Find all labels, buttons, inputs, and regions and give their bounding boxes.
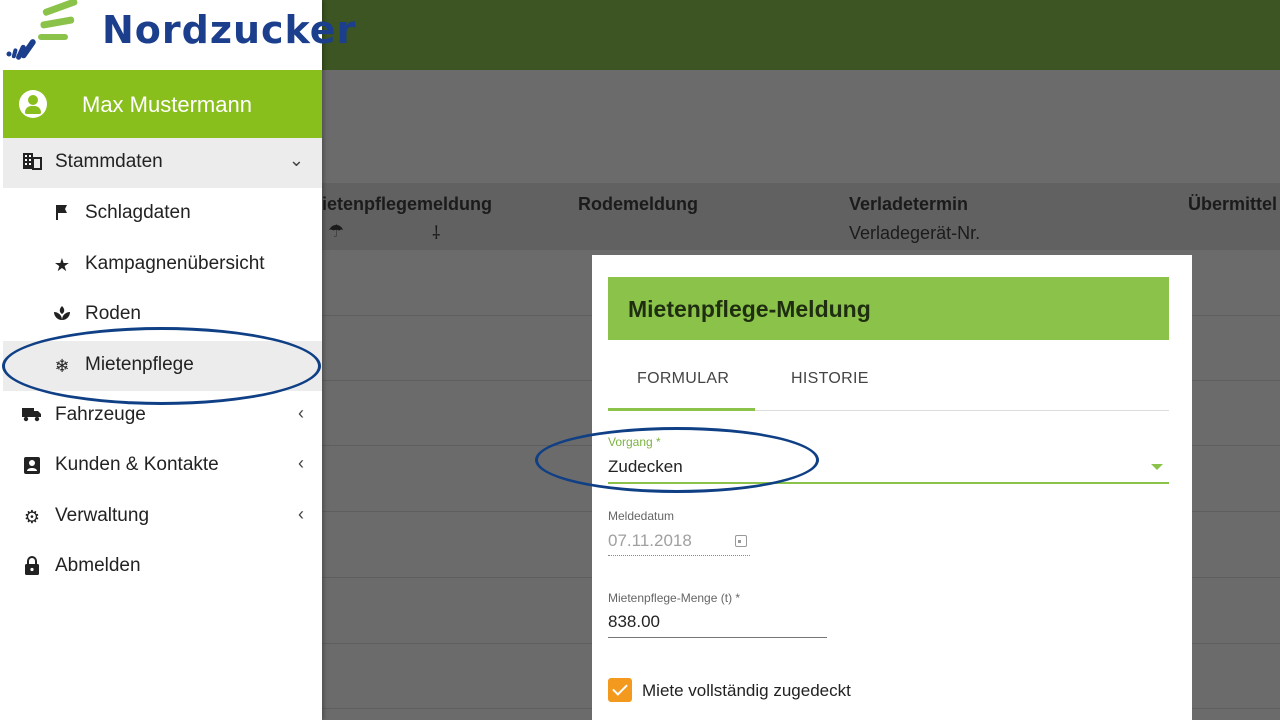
active-tab-indicator	[608, 408, 755, 411]
chevron-left-icon: ‹	[298, 504, 304, 524]
meldedatum-label: Meldedatum	[608, 509, 675, 523]
column-header-verladetermin[interactable]: Verladetermin	[849, 194, 968, 215]
column-header-mietenpflegemeldung[interactable]: ietenpflegemeldung	[322, 194, 492, 215]
miete-zugedeckt-label: Miete vollständig zugedeckt	[642, 681, 851, 700]
menge-label: Mietenpflege-Menge (t) *	[608, 591, 741, 605]
annotation-ellipse-mietenpflege	[2, 327, 321, 405]
contact-card-icon	[21, 455, 43, 477]
sun-rays-logo-icon	[6, 0, 78, 60]
sidebar-item-abmelden[interactable]: Abmelden	[3, 542, 322, 592]
sidebar-item-label: Kunden & Kontakte	[55, 454, 219, 475]
user-profile[interactable]: Max Mustermann	[3, 70, 322, 138]
sidebar-item-label: Roden	[85, 303, 141, 324]
miete-zugedeckt-checkbox[interactable]	[608, 678, 632, 702]
dagger-icon: ⸸	[432, 223, 441, 243]
table-header: ietenpflegemeldung Rodemeldung Verladete…	[322, 183, 1280, 250]
meldedatum-underline	[608, 555, 750, 556]
tab-formular[interactable]: FORMULAR	[637, 370, 729, 388]
sprout-icon	[51, 304, 73, 326]
sidebar-item-kunden-kontakte[interactable]: Kunden & Kontakte ‹	[3, 441, 322, 491]
dropdown-arrow-icon[interactable]	[1151, 464, 1163, 470]
flag-icon	[51, 203, 73, 225]
sidebar-item-stammdaten[interactable]: Stammdaten ⌄	[3, 138, 322, 188]
truck-icon	[21, 405, 43, 427]
sidebar-item-label: Verwaltung	[55, 505, 150, 526]
chevron-left-icon: ‹	[298, 453, 304, 473]
calendar-icon[interactable]	[735, 535, 747, 547]
gear-icon: ⚙	[23, 507, 41, 527]
column-header-uebermittelt[interactable]: Übermittel	[1188, 194, 1277, 215]
chevron-left-icon: ‹	[298, 403, 304, 423]
user-name: Max Mustermann	[82, 92, 252, 117]
menge-input[interactable]: 838.00	[608, 612, 660, 632]
umbrella-icon: ☂	[328, 221, 345, 241]
dialog-title: Mietenpflege-Meldung	[628, 296, 871, 322]
sidebar-item-label: Kampagnenübersicht	[85, 253, 265, 274]
sidebar-item-label: Schlagdaten	[85, 202, 191, 223]
chevron-down-icon: ⌄	[288, 150, 304, 170]
lock-icon	[21, 556, 43, 578]
meldedatum-field[interactable]: 07.11.2018	[608, 531, 692, 551]
building-icon	[21, 152, 43, 174]
sidebar-item-label: Fahrzeuge	[55, 404, 146, 425]
sidebar-item-kampagnenuebersicht[interactable]: ★ Kampagnenübersicht	[3, 240, 322, 290]
column-header-rodemeldung[interactable]: Rodemeldung	[578, 194, 698, 215]
annotation-ellipse-vorgang	[535, 427, 819, 493]
sidebar-item-schlagdaten[interactable]: Schlagdaten	[3, 189, 322, 239]
column-subheader-verladegeraet: Verladegerät-Nr.	[849, 223, 981, 243]
account-circle-icon	[19, 90, 47, 118]
sidebar-item-label: Stammdaten	[55, 151, 163, 172]
logo-wordmark: Nordzucker	[102, 8, 357, 52]
dialog-header: Mietenpflege-Meldung	[608, 277, 1169, 340]
logo[interactable]: Nordzucker	[0, 0, 355, 70]
menge-underline	[608, 637, 827, 638]
sidebar-item-label: Abmelden	[55, 555, 141, 576]
sidebar-item-verwaltung[interactable]: ⚙ Verwaltung ‹	[3, 492, 322, 542]
star-icon: ★	[53, 255, 71, 275]
tab-historie[interactable]: HISTORIE	[791, 370, 869, 388]
